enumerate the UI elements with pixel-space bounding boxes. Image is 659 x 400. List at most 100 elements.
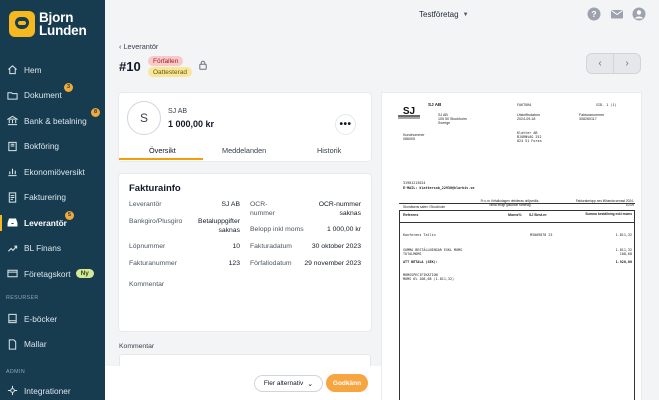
- preview-row-amount: 1.811,32: [615, 233, 632, 237]
- sidebar-item-label: Hem: [24, 64, 42, 75]
- finance-icon: [7, 243, 18, 254]
- preview-row-text: TOTALMOMS: [403, 252, 422, 256]
- field-value: 10: [232, 243, 240, 250]
- preview-company: SJ AB: [428, 102, 442, 107]
- preview-ref: 31901213024: [403, 181, 426, 185]
- field-label: Kommentar: [129, 281, 165, 288]
- sidebar-item-label: E-böcker: [24, 313, 58, 324]
- tab-historik[interactable]: Historik: [317, 146, 341, 155]
- sidebar-item-bank[interactable]: Bank & betalning 8: [0, 108, 105, 134]
- field-label: Fakturadatum: [250, 243, 292, 250]
- preview-col-moms: Moms%: [508, 213, 522, 217]
- sidebar-item-label: Integrationer: [24, 385, 71, 396]
- avatar: S: [127, 101, 161, 135]
- field-label: Löpnummer: [129, 243, 166, 250]
- sidebar-item-label: Dokument: [24, 90, 62, 101]
- sidebar-item-foretagskort[interactable]: Företagskort Ny: [0, 261, 105, 287]
- sidebar-item-fakturering[interactable]: Fakturering: [0, 185, 105, 211]
- comment-label: Kommentar: [119, 343, 155, 350]
- chevron-down-icon: ⌄: [307, 380, 314, 388]
- lock-icon[interactable]: [198, 60, 208, 70]
- sidebar-item-integrationer[interactable]: Integrationer: [0, 378, 105, 400]
- approve-button[interactable]: Godkänn: [326, 374, 368, 392]
- sidebar-item-ekonomioversikt[interactable]: Ekonomiöversikt: [0, 159, 105, 185]
- sidebar-item-label: Fakturering: [24, 192, 66, 203]
- field-label: OCR-nummer: [250, 201, 275, 217]
- sidebar-item-label: Leverantör: [24, 217, 67, 228]
- preview-address-line: Sverige: [438, 121, 451, 125]
- preview-doc-type: FAKTURA: [517, 103, 532, 107]
- field-label: Fakturanummer: [129, 260, 177, 267]
- user-icon[interactable]: [632, 7, 646, 21]
- tab-oversikt[interactable]: Översikt: [149, 146, 176, 155]
- home-icon: [7, 64, 18, 75]
- template-icon: [7, 339, 18, 350]
- preview-email: E-MAIL: klattercab_22930@klarbiv.se: [403, 186, 475, 190]
- supplier-card: S SJ AB 1 000,00 kr ••• Översikt Meddela…: [119, 93, 371, 161]
- help-icon[interactable]: ?: [587, 7, 601, 21]
- preview-bar-mid: Fr.o.m. förfallodagen debiteras dröjsmål…: [480, 199, 540, 207]
- chevron-right-icon[interactable]: ›: [614, 54, 640, 73]
- notification-badge: 5: [65, 211, 74, 220]
- field-value: 30 oktober 2023: [311, 243, 361, 250]
- preview-recipient-line: 824 51 Forsa: [517, 139, 542, 143]
- company-selector[interactable]: Testföretag ▼: [419, 10, 469, 19]
- invoice-info-card: Fakturainfo Leverantör SJ AB Bankgiro/Pl…: [119, 174, 371, 331]
- preview-col-sj: SJ Best.nr: [529, 213, 547, 217]
- bear-logo-icon: [9, 11, 35, 37]
- sidebar-item-label: Bokföring: [24, 141, 60, 152]
- field-label: Belopp inkl moms: [250, 226, 304, 233]
- sj-logo-icon: SJ: [398, 106, 420, 119]
- preview-date: 2024-09-18: [517, 117, 536, 121]
- preview-total: 1.920,00: [615, 260, 632, 264]
- main-nav: Hem Dokument 3 Bank & betalning 8 Bokför…: [0, 57, 105, 287]
- field-label: Bankgiro/Plusgiro: [129, 218, 183, 225]
- field-label: Leverantör: [129, 201, 162, 208]
- top-bar: [105, 0, 659, 30]
- chevron-down-icon: ▼: [462, 11, 469, 18]
- folder-icon: [7, 90, 18, 101]
- preview-row-text: Konferens Tallin: [403, 233, 436, 237]
- sidebar-item-bl-finans[interactable]: BL Finans: [0, 236, 105, 262]
- brand-name-line2: Lunden: [39, 23, 87, 38]
- field-label: Förfallodatum: [250, 260, 292, 267]
- sidebar-item-hem[interactable]: Hem: [0, 57, 105, 83]
- invoice-preview[interactable]: SJ SJ AB SJ AB 105 50 Stockholm Sverige …: [382, 93, 641, 400]
- preview-bar-right: Fakturabelopp ses tillhanda senast 2024-…: [575, 199, 634, 207]
- sidebar-item-label: BL Finans: [24, 243, 62, 254]
- field-value: SJ AB: [221, 201, 240, 208]
- more-alternatives-label: Fler alternativ: [263, 380, 304, 387]
- invoice-icon: [7, 192, 18, 203]
- notification-badge: 8: [91, 108, 100, 117]
- sidebar-item-e-bocker[interactable]: E-böcker: [0, 306, 105, 332]
- field-value: OCR-nummer saknas: [318, 201, 361, 217]
- more-alternatives-button[interactable]: Fler alternativ ⌄: [254, 375, 323, 392]
- chevron-left-icon[interactable]: ‹: [587, 54, 614, 73]
- preview-invoice-no: 308260117: [579, 117, 597, 121]
- back-link[interactable]: ‹ Leverantör: [119, 42, 158, 51]
- field-value: 123: [228, 260, 240, 267]
- sidebar-item-label: Bank & betalning: [24, 115, 87, 126]
- sidebar-item-label: Mallar: [24, 339, 47, 350]
- sidebar-item-bokforing[interactable]: Bokföring: [0, 134, 105, 160]
- tab-meddelanden[interactable]: Meddelanden: [222, 146, 266, 155]
- preview-page: SID. 1 (1): [596, 103, 617, 107]
- resurser-nav: E-böcker Mallar: [0, 306, 105, 357]
- sidebar-item-leverantor[interactable]: Leverantör 5: [0, 210, 105, 236]
- sidebar-item-dokument[interactable]: Dokument 3: [0, 82, 105, 109]
- comment-input[interactable]: [119, 354, 371, 366]
- preview-col-ref: Referens: [403, 213, 419, 217]
- more-options-button[interactable]: •••: [335, 114, 356, 135]
- mail-icon[interactable]: [610, 7, 624, 21]
- preview-row-amount: 108,68: [619, 252, 632, 256]
- sidebar-item-label: Företagskort: [24, 268, 71, 279]
- back-link-label: Leverantör: [123, 42, 159, 51]
- preview-customer-no: 086005: [403, 137, 415, 141]
- brand-logo[interactable]: Bjorn Lunden: [9, 11, 87, 37]
- inbox-icon: [7, 217, 18, 228]
- field-value: Betaluppgifter saknas: [198, 218, 240, 234]
- book-icon: [7, 141, 18, 152]
- sidebar-item-label: Ekonomiöversikt: [24, 166, 85, 177]
- sidebar: Bjorn Lunden Hem Dokument 3 Bank & betal…: [0, 0, 105, 400]
- sidebar-item-mallar[interactable]: Mallar: [0, 332, 105, 358]
